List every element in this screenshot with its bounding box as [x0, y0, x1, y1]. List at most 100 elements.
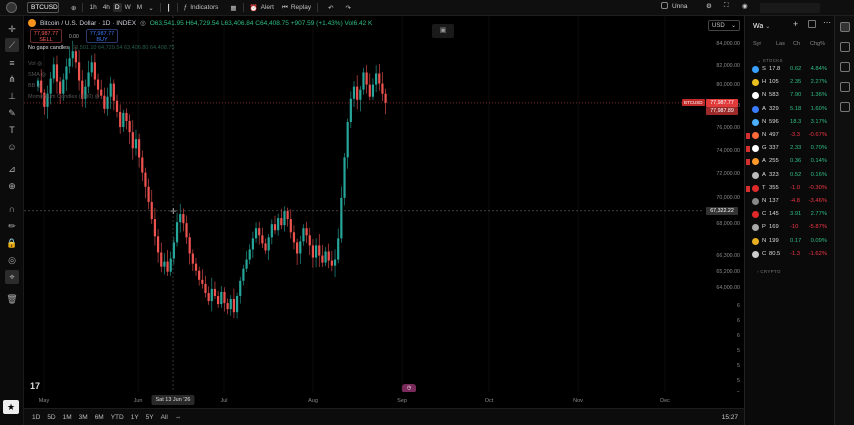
watchlist-row[interactable]: H 105 2.35 2.27%: [745, 77, 835, 89]
watchlist-row[interactable]: A 255 0.36 0.14%: [745, 156, 835, 168]
templates-icon[interactable]: ▦: [230, 4, 236, 12]
watchlist-row[interactable]: A 323 0.52 0.16%: [745, 170, 835, 182]
candle-body: [122, 112, 125, 128]
interval-m[interactable]: M: [137, 4, 142, 11]
emoji-icon[interactable]: ☺: [7, 142, 17, 152]
watchlist-row[interactable]: N 596 18.3 3.17%: [745, 117, 835, 129]
favorites-icon[interactable]: ⌖: [5, 270, 19, 284]
watchlist-row[interactable]: P 169 -10 -5.87%: [745, 222, 835, 234]
range-6m[interactable]: 6M: [95, 414, 104, 421]
more-icon[interactable]: ⋯: [823, 19, 831, 28]
fullscreen-icon[interactable]: ⛶: [724, 2, 729, 10]
object-tree-icon[interactable]: ★: [3, 400, 19, 414]
user-menu-icon[interactable]: [6, 2, 17, 13]
magnet-icon[interactable]: ∩: [7, 204, 17, 214]
trendline-icon[interactable]: ⟋: [5, 38, 19, 52]
pattern-icon[interactable]: ⋔: [7, 74, 17, 84]
interval-w[interactable]: W: [125, 4, 131, 11]
candle-type-icon[interactable]: ┃: [167, 4, 171, 12]
watchlist-row[interactable]: G 337 2.33 0.70%: [745, 143, 835, 155]
interval-1h[interactable]: 1h: [89, 4, 96, 11]
indicator-sma[interactable]: SMA ◎: [28, 72, 46, 78]
gaps-indicator[interactable]: No gaps candles 63,501.10 64,729.54 63,40…: [28, 45, 174, 51]
symbol-search-input[interactable]: BTCUSD: [27, 2, 59, 13]
interval-d[interactable]: D: [112, 3, 122, 12]
range-1y[interactable]: 1Y: [131, 414, 139, 421]
chart-pane[interactable]: ✛ Bitcoin / U.S. Dollar · 1D · INDEX ◎ O…: [24, 16, 704, 408]
watchlist-row[interactable]: T 355 -1.0 -0.30%: [745, 183, 835, 195]
interval-4h[interactable]: 4h: [103, 4, 110, 11]
replay-button[interactable]: ⏮ Replay: [282, 4, 311, 12]
redo-icon[interactable]: ↷: [346, 4, 351, 12]
add-symbol-icon[interactable]: +: [793, 20, 801, 29]
eye-icon[interactable]: ◎: [37, 61, 42, 67]
alerts-icon[interactable]: [840, 42, 850, 52]
clock[interactable]: 15:27: [722, 414, 738, 421]
camera-icon[interactable]: ◉: [742, 2, 748, 10]
watchlist-actions: + ⋯: [793, 19, 831, 29]
watchlist-row[interactable]: C 145 3.91 2.77%: [745, 209, 835, 221]
watchlist-row[interactable]: N 497 -3.3 -0.67%: [745, 130, 835, 142]
fib-icon[interactable]: ≡: [7, 58, 17, 68]
watchlist-row[interactable]: A 329 5.18 1.60%: [745, 104, 835, 116]
watchlist-row[interactable]: N 199 0.17 0.09%: [745, 236, 835, 248]
eye-icon[interactable]: ◎: [140, 19, 146, 27]
advanced-view-icon[interactable]: [808, 20, 816, 28]
indicator-bb[interactable]: BB ◎: [28, 83, 42, 89]
column-symbol[interactable]: Syr: [753, 41, 761, 47]
range-5d[interactable]: 5D: [47, 414, 55, 421]
lock-drawing-icon[interactable]: ✏: [7, 221, 17, 231]
eye-icon[interactable]: ◎: [41, 72, 46, 78]
layout-name-button[interactable]: Unna: [661, 2, 688, 10]
symbol-legend[interactable]: Bitcoin / U.S. Dollar · 1D · INDEX ◎ O63…: [28, 19, 372, 27]
indicator-momentum[interactable]: Momentum Candles (1.00) ◎: [28, 94, 99, 100]
watchlist-row[interactable]: S 17.8 0.62 4.84%: [745, 64, 835, 76]
time-axis[interactable]: May Jun Jul Aug Sep Oct Nov Dec Sat 13 Jun '26: [24, 392, 744, 408]
undo-icon[interactable]: ↶: [328, 4, 333, 12]
section-crypto[interactable]: › CRYPTO: [757, 269, 781, 274]
currency-select[interactable]: USD ⌄: [708, 20, 740, 31]
sell-button[interactable]: 77,987.77 SELL: [30, 29, 62, 43]
column-change[interactable]: Ch: [793, 41, 800, 47]
forecast-icon[interactable]: ⊥: [7, 91, 17, 101]
news-icon[interactable]: [840, 102, 850, 112]
alert-button[interactable]: ⏰ Alert: [250, 4, 274, 12]
range-1m[interactable]: 1M: [63, 414, 72, 421]
interval-dropdown-icon[interactable]: ⌄: [148, 4, 153, 12]
trash-icon[interactable]: 🗑: [6, 294, 17, 304]
eye-icon[interactable]: ◎: [7, 255, 17, 265]
crosshair-icon[interactable]: ✛: [7, 24, 17, 34]
range-3m[interactable]: 3M: [79, 414, 88, 421]
row-last: 137: [769, 198, 779, 204]
range-5y[interactable]: 5Y: [146, 414, 154, 421]
settings-icon[interactable]: ⚙: [706, 2, 712, 10]
watchlist-icon[interactable]: [840, 22, 850, 32]
indicator-vol[interactable]: Vol ◎: [28, 61, 42, 67]
ruler-icon[interactable]: ⊿: [7, 164, 17, 174]
text-icon[interactable]: T: [7, 125, 17, 135]
data-window-icon[interactable]: [840, 62, 850, 72]
publish-button[interactable]: [760, 3, 820, 13]
zoom-in-icon[interactable]: ⊕: [7, 181, 17, 191]
range-ytd[interactable]: YTD: [111, 414, 124, 421]
candlestick-chart[interactable]: ✛: [24, 16, 704, 408]
buy-button[interactable]: 77,987.77 BUY: [86, 29, 118, 43]
lock-icon[interactable]: 🔒: [6, 238, 17, 248]
watchlist-row[interactable]: N 137 -4.8 -3.46%: [745, 196, 835, 208]
watchlist-title[interactable]: Wa: [753, 23, 763, 30]
watchlist-row[interactable]: N 583 7.90 1.36%: [745, 90, 835, 102]
brush-icon[interactable]: ✎: [7, 108, 17, 118]
add-symbol-icon[interactable]: ⊕: [71, 4, 76, 12]
chevron-down-icon[interactable]: ⌄: [765, 23, 770, 30]
calendar-icon[interactable]: [840, 82, 850, 92]
column-change-pct[interactable]: Chg%: [810, 41, 825, 47]
column-last[interactable]: Las: [776, 41, 785, 47]
range-1d[interactable]: 1D: [32, 414, 40, 421]
screenshot-icon[interactable]: ▣: [432, 24, 454, 38]
watchlist-row[interactable]: C 80.5 -1.3 -1.62%: [745, 249, 835, 261]
date-range-icon[interactable]: ⇔: [175, 414, 182, 421]
indicators-button[interactable]: ƒ Indicators: [184, 4, 219, 11]
eye-icon[interactable]: ◎: [95, 94, 100, 100]
range-all[interactable]: All: [161, 414, 168, 421]
eye-icon[interactable]: ◎: [37, 83, 42, 89]
